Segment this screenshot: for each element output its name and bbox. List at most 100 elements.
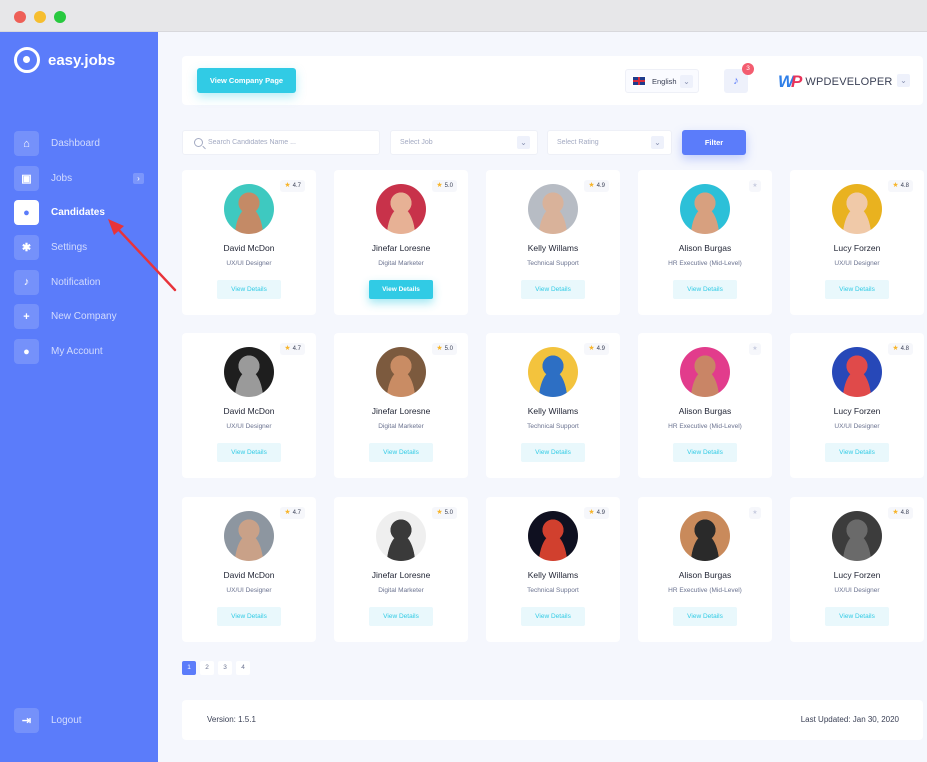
- candidate-name: Jinefar Loresne: [371, 570, 431, 580]
- maximize-window-button[interactable]: [54, 11, 66, 23]
- view-details-button[interactable]: View Details: [217, 280, 281, 299]
- view-details-button[interactable]: View Details: [369, 443, 433, 462]
- candidate-role: UX/UI Designer: [834, 587, 880, 594]
- minimize-window-button[interactable]: [34, 11, 46, 23]
- candidate-card[interactable]: ★ 4.9 Kelly Willams Technical Support View D…: [486, 333, 620, 478]
- view-details-button[interactable]: View Details: [369, 607, 433, 626]
- candidate-role: UX/UI Designer: [226, 260, 272, 267]
- language-label: English: [652, 76, 677, 86]
- candidate-card[interactable]: ★ 4.7 David McDon UX/UI Designer View Detail…: [182, 170, 316, 315]
- last-updated-text: Last Updated: Jan 30, 2020: [800, 715, 899, 724]
- rating-value: 5.0: [444, 346, 453, 352]
- candidate-name: Alison Burgas: [678, 570, 732, 580]
- chevron-down-icon[interactable]: ⌄: [897, 74, 910, 87]
- candidate-name: Kelly Willams: [527, 406, 579, 416]
- sidebar-item-dashboard[interactable]: ⌂ Dashboard: [14, 131, 148, 156]
- candidate-card[interactable]: ★ 4.8 Lucy Forzen UX/UI Designer View Detail…: [790, 333, 924, 478]
- candidate-name: David McDon: [223, 243, 275, 253]
- star-icon: ★: [892, 182, 899, 189]
- view-details-button[interactable]: View Details: [825, 607, 889, 626]
- logout-button[interactable]: ⇥ Logout: [14, 708, 82, 733]
- sidebar-item-settings[interactable]: ✱ Settings: [14, 235, 148, 261]
- wpdeveloper-logo-icon: WP: [778, 72, 803, 91]
- view-details-button[interactable]: View Details: [521, 443, 585, 462]
- rating-select[interactable]: Select Rating ⌄: [547, 130, 672, 155]
- candidate-avatar: [680, 511, 730, 561]
- sidebar-item-new-company[interactable]: + New Company: [14, 304, 148, 330]
- pagination: ‹ 1 2 3 4 ›: [182, 661, 254, 762]
- star-icon: ★: [284, 345, 291, 352]
- star-icon: ★: [436, 182, 443, 189]
- candidate-card[interactable]: ★ 4.8 Lucy Forzen UX/UI Designer View Detail…: [790, 170, 924, 315]
- view-details-button[interactable]: View Details: [217, 607, 281, 626]
- star-icon: ★: [436, 509, 443, 516]
- sidebar-item-my-account[interactable]: ● My Account: [14, 339, 148, 365]
- app-logo[interactable]: easy.jobs: [14, 46, 115, 74]
- rating-badge: ★ 5.0: [432, 507, 457, 519]
- view-details-button[interactable]: View Details: [369, 280, 433, 299]
- candidate-card[interactable]: ★ 4.9 Kelly Willams Technical Support View D…: [486, 170, 620, 315]
- candidate-card[interactable]: ★ 5.0 Jinefar Loresne Digital Marketer View …: [334, 333, 468, 478]
- plus-icon: +: [14, 304, 39, 330]
- company-name: WPDEVELOPER: [805, 76, 893, 88]
- sidebar: easy.jobs ⌂ Dashboard ▣ Jobs › ● Candida…: [0, 32, 158, 762]
- page-button-3[interactable]: 3: [218, 661, 232, 675]
- version-text: Version: 1.5.1: [207, 715, 256, 724]
- rating-value: 4.7: [292, 183, 301, 189]
- rating-badge: ★ 4.8: [888, 180, 913, 192]
- page-button-4[interactable]: 4: [236, 661, 250, 675]
- rating-badge: ★ 4.9: [584, 507, 609, 519]
- rating-value: 5.0: [444, 183, 453, 189]
- candidate-avatar: [528, 347, 578, 397]
- candidate-card[interactable]: ★ Alison Burgas HR Executive (Mid-Level) Vi…: [638, 497, 772, 642]
- candidate-avatar: [376, 511, 426, 561]
- candidate-card[interactable]: ★ 5.0 Jinefar Loresne Digital Marketer View …: [334, 497, 468, 642]
- candidate-card[interactable]: ★ 5.0 Jinefar Loresne Digital Marketer View …: [334, 170, 468, 315]
- close-window-button[interactable]: [14, 11, 26, 23]
- view-details-button[interactable]: View Details: [673, 607, 737, 626]
- sidebar-item-candidates[interactable]: ● Candidates: [14, 200, 148, 226]
- search-input[interactable]: [208, 139, 378, 146]
- rating-badge: ★ 5.0: [432, 343, 457, 355]
- candidate-avatar: [376, 184, 426, 234]
- filter-button[interactable]: Filter: [682, 130, 746, 155]
- rating-value: 4.9: [596, 183, 605, 189]
- view-details-button[interactable]: View Details: [825, 443, 889, 462]
- candidate-avatar: [680, 184, 730, 234]
- candidate-role: Digital Marketer: [378, 260, 424, 267]
- view-details-button[interactable]: View Details: [521, 280, 585, 299]
- candidate-role: UX/UI Designer: [834, 423, 880, 430]
- candidate-name: Lucy Forzen: [833, 406, 881, 416]
- sidebar-item-label: New Company: [51, 311, 117, 323]
- candidate-avatar: [680, 347, 730, 397]
- candidate-avatar: [832, 511, 882, 561]
- candidate-card[interactable]: ★ 4.7 David McDon UX/UI Designer View Detail…: [182, 333, 316, 478]
- view-details-button[interactable]: View Details: [673, 443, 737, 462]
- rating-value: 4.9: [596, 510, 605, 516]
- candidate-card[interactable]: ★ 4.8 Lucy Forzen UX/UI Designer View Detail…: [790, 497, 924, 642]
- page-button-2[interactable]: 2: [200, 661, 214, 675]
- view-company-page-button[interactable]: View Company Page: [197, 68, 296, 93]
- candidate-card[interactable]: ★ Alison Burgas HR Executive (Mid-Level) Vi…: [638, 170, 772, 315]
- candidate-card[interactable]: ★ Alison Burgas HR Executive (Mid-Level) Vi…: [638, 333, 772, 478]
- view-details-button[interactable]: View Details: [521, 607, 585, 626]
- view-details-button[interactable]: View Details: [825, 280, 889, 299]
- sidebar-item-jobs[interactable]: ▣ Jobs ›: [14, 165, 148, 191]
- view-details-button[interactable]: View Details: [673, 280, 737, 299]
- candidate-role: UX/UI Designer: [834, 260, 880, 267]
- star-icon: ★: [284, 182, 291, 189]
- chevron-down-icon: ⌄: [651, 136, 664, 149]
- star-icon: ★: [284, 509, 291, 516]
- language-select[interactable]: English ⌄: [625, 69, 699, 93]
- rating-value: 4.7: [292, 510, 301, 516]
- search-icon: [194, 138, 203, 147]
- candidate-card[interactable]: ★ 4.9 Kelly Willams Technical Support View D…: [486, 497, 620, 642]
- chevron-right-icon[interactable]: ›: [133, 172, 144, 184]
- sidebar-item-notification[interactable]: ♪ Notification: [14, 269, 148, 295]
- candidate-card[interactable]: ★ 4.7 David McDon UX/UI Designer View Detail…: [182, 497, 316, 642]
- logo-icon: [14, 47, 40, 73]
- view-details-button[interactable]: View Details: [217, 443, 281, 462]
- page-button-1[interactable]: 1: [182, 661, 196, 675]
- job-select[interactable]: Select Job ⌄: [390, 130, 538, 155]
- company-brand[interactable]: WP WPDEVELOPER: [778, 72, 893, 92]
